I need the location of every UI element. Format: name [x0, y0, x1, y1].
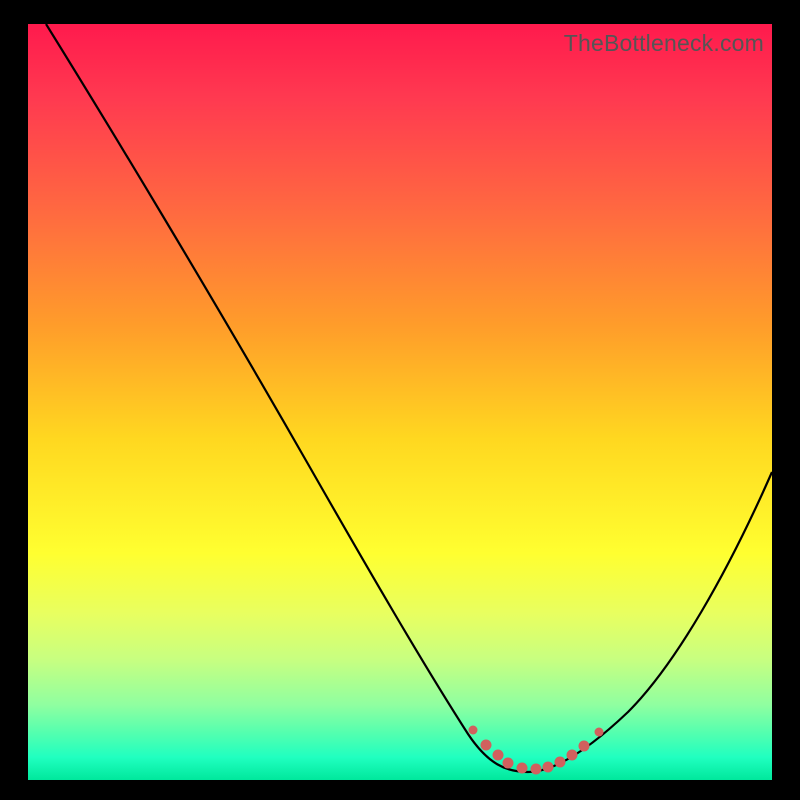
chart-area: TheBottleneck.com — [28, 24, 772, 780]
curve-path — [46, 24, 772, 772]
curve-svg — [28, 24, 772, 780]
